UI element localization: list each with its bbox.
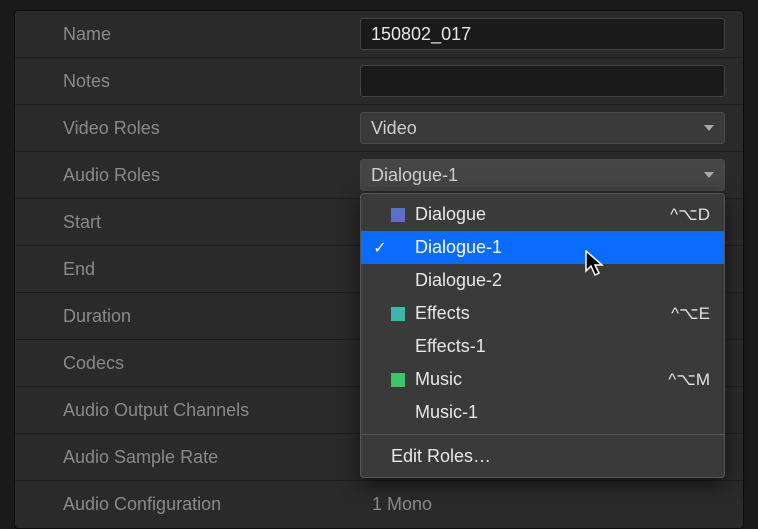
video-roles-value: Video (371, 118, 417, 139)
label-audio-roles: Audio Roles (15, 165, 360, 186)
checkmark-icon: ✓ (369, 238, 391, 258)
label-start: Start (15, 212, 360, 233)
menu-item-label: Dialogue (415, 204, 670, 225)
video-roles-dropdown[interactable]: Video (360, 112, 725, 144)
label-end: End (15, 259, 360, 280)
color-swatch (391, 373, 405, 387)
menu-item-label: Dialogue-2 (415, 270, 710, 291)
menu-item-music[interactable]: Music^⌥M (361, 363, 724, 396)
menu-item-dialogue-1[interactable]: ✓ Dialogue-1 (361, 231, 724, 264)
chevron-down-icon (704, 172, 714, 178)
menu-item-music-1[interactable]: Music-1 (361, 396, 724, 429)
menu-item-label: Dialogue-1 (415, 237, 710, 258)
label-audio-output-channels: Audio Output Channels (15, 400, 360, 421)
menu-item-label: Music-1 (415, 402, 710, 423)
menu-item-label: Music (415, 369, 668, 390)
audio-roles-dropdown[interactable]: Dialogue-1 (360, 159, 725, 191)
menu-item-effects[interactable]: Effects^⌥E (361, 297, 724, 330)
audio-configuration-value: 1 Mono (360, 494, 432, 514)
label-name: Name (15, 24, 360, 45)
color-swatch (391, 208, 405, 222)
color-swatch (391, 307, 405, 321)
menu-item-label: Effects (415, 303, 671, 324)
row-name: Name (15, 11, 743, 58)
label-audio-configuration: Audio Configuration (15, 494, 360, 515)
name-input[interactable] (360, 18, 725, 50)
menu-item-label: Effects-1 (415, 336, 710, 357)
menu-item-edit-roles[interactable]: Edit Roles… (361, 440, 724, 473)
audio-roles-value: Dialogue-1 (371, 165, 458, 186)
row-notes: Notes (15, 58, 743, 105)
label-audio-sample-rate: Audio Sample Rate (15, 447, 360, 468)
label-video-roles: Video Roles (15, 118, 360, 139)
row-video-roles: Video Roles Video (15, 105, 743, 152)
menu-item-shortcut: ^⌥D (670, 205, 710, 225)
menu-item-shortcut: ^⌥M (668, 370, 710, 390)
label-duration: Duration (15, 306, 360, 327)
menu-item-dialogue-2[interactable]: Dialogue-2 (361, 264, 724, 297)
label-codecs: Codecs (15, 353, 360, 374)
chevron-down-icon (704, 125, 714, 131)
menu-item-label: Edit Roles… (391, 446, 710, 467)
menu-item-shortcut: ^⌥E (671, 304, 710, 324)
inspector-panel: Name Notes Video Roles Video Audio Roles… (14, 10, 744, 529)
row-audio-configuration: Audio Configuration 1 Mono (15, 481, 743, 528)
menu-item-dialogue[interactable]: Dialogue^⌥D (361, 198, 724, 231)
menu-separator (361, 434, 724, 435)
audio-roles-menu: Dialogue^⌥D✓Dialogue-1Dialogue-2Effects^… (360, 193, 725, 478)
row-audio-roles: Audio Roles Dialogue-1 Dialogue^⌥D✓Dialo… (15, 152, 743, 199)
notes-input[interactable] (360, 65, 725, 97)
menu-item-effects-1[interactable]: Effects-1 (361, 330, 724, 363)
label-notes: Notes (15, 71, 360, 92)
